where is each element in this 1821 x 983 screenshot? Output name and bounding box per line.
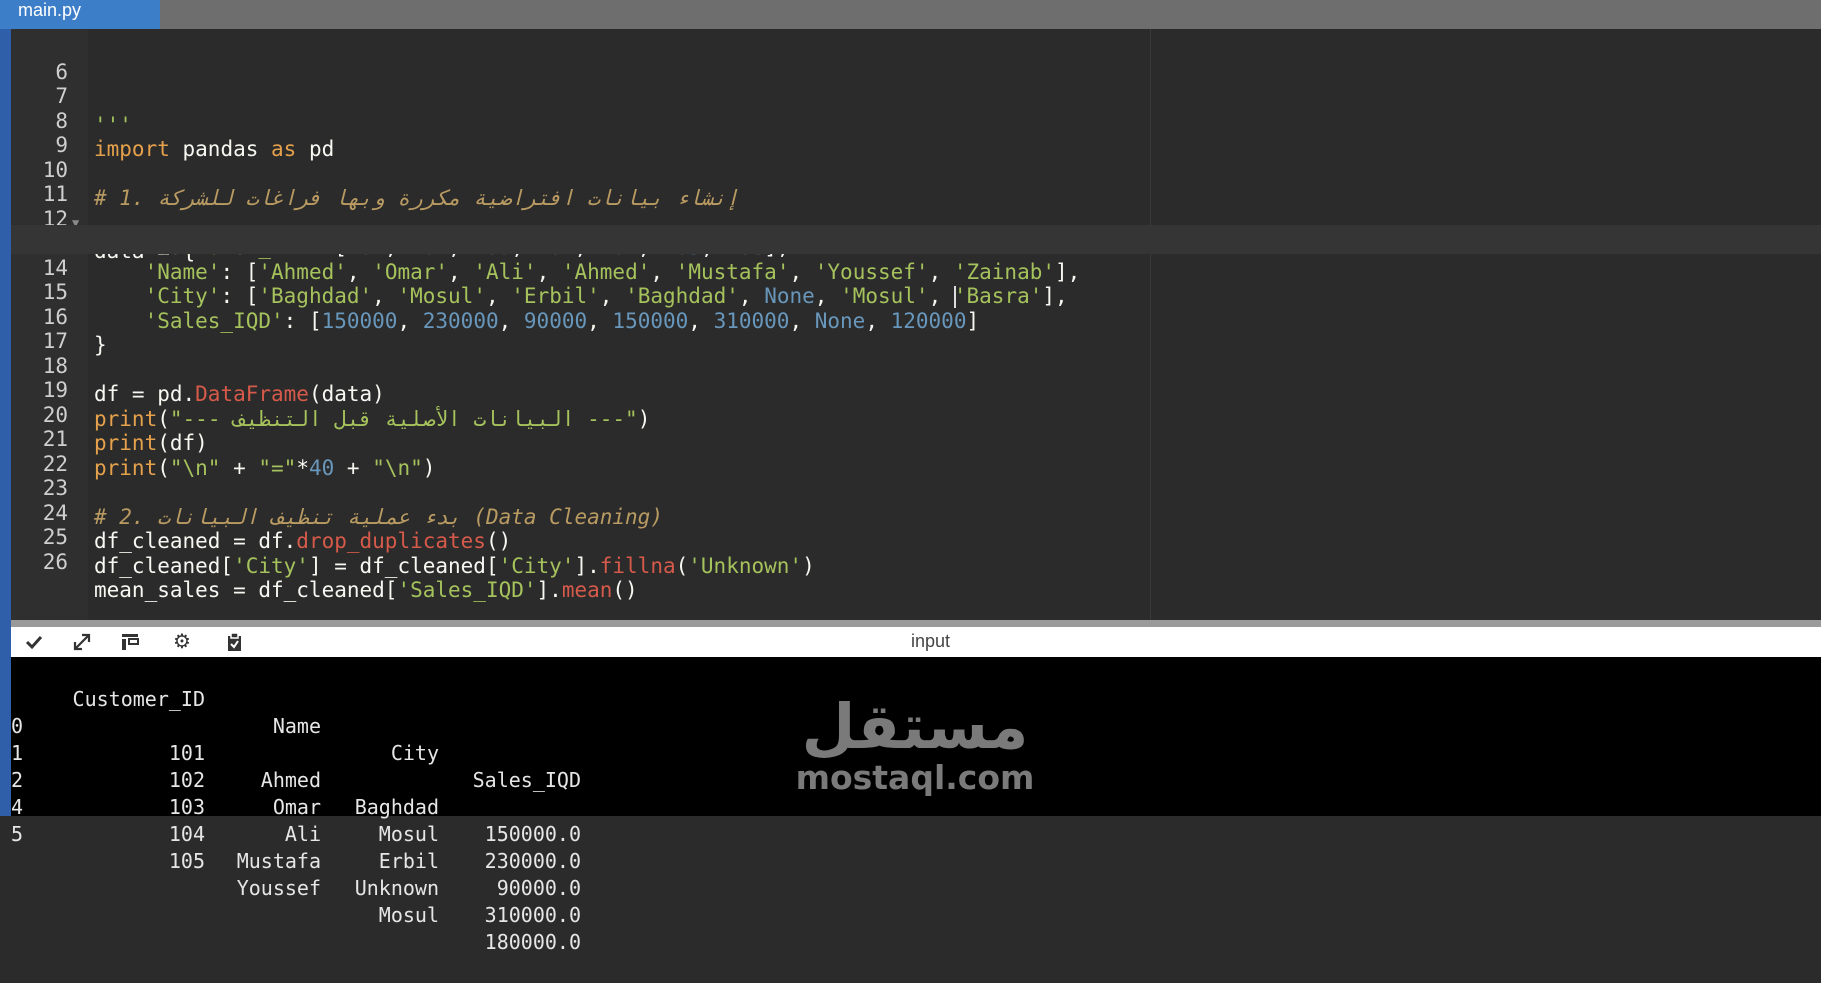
code-editor[interactable]: 6 7 ''' 8 import pandas as pd 9 10 # 1. …	[11, 29, 1821, 620]
code-text: ].	[536, 578, 562, 602]
function-name: mean	[561, 578, 613, 602]
output-header-row: Customer_ID Name City Sales_IQD	[11, 659, 611, 792]
watermark-logo-text: mostaql.com	[795, 758, 1035, 797]
cell-sales: 310000.0	[484, 903, 581, 927]
watermark-logo-arabic: مستقل	[801, 690, 1029, 763]
cell-sales: 90000.0	[496, 876, 581, 900]
output-row: 4 104 Mustafa Unknown 310000.0	[11, 767, 611, 927]
output-row: 2 103 Ali Erbil 90000.0	[11, 740, 611, 900]
code-text: ] = df_cleaned[	[308, 553, 499, 578]
code-text: ()	[612, 578, 638, 602]
function-name: fillna	[599, 553, 676, 578]
gear-icon[interactable]: ⚙	[171, 631, 193, 653]
cell-name: Mustafa	[236, 849, 321, 873]
string-literal: 'City'	[233, 553, 309, 578]
code-text: )	[802, 553, 815, 578]
cell-city: Unknown	[354, 876, 439, 900]
code-text: ].	[574, 553, 600, 578]
row-index: 5	[11, 822, 24, 846]
string-literal: 'City'	[498, 553, 575, 578]
string-literal: 'Sales_IQD'	[397, 578, 537, 602]
cell-sales: 150000.0	[484, 822, 581, 846]
tab-main-py[interactable]: main.py	[0, 0, 160, 29]
output-row: 5 105 Youssef Mosul 180000.0	[11, 794, 611, 954]
console-title: input	[911, 631, 951, 651]
cell-sales: 180000.0	[484, 930, 581, 954]
code-text: (	[675, 553, 689, 578]
code-text: mean_sales = df_cleaned[	[94, 578, 398, 602]
code-text: df_cleaned[	[94, 553, 234, 578]
output-row: 1 102 Omar Mosul 230000.0	[11, 713, 611, 873]
cell-city: Mosul	[378, 903, 439, 927]
check-icon[interactable]	[23, 631, 45, 653]
string-literal: 'Unknown'	[688, 553, 803, 578]
left-edge-bar	[0, 29, 11, 816]
cell-city: Erbil	[378, 849, 439, 873]
cell-city: Mosul	[378, 822, 439, 846]
tab-bar: main.py	[0, 0, 1821, 29]
layout-icon[interactable]	[119, 631, 141, 653]
clipboard-icon[interactable]	[223, 631, 245, 653]
output-row: 0 101 Ahmed Baghdad 150000.0	[11, 686, 611, 846]
cell-name: Ali	[284, 822, 321, 846]
panel-splitter[interactable]	[11, 620, 1821, 627]
cell-customer-id: 105	[168, 849, 205, 873]
console-toolbar: ⚙ input	[11, 627, 1821, 657]
expand-icon[interactable]	[71, 631, 93, 653]
cell-customer-id: 104	[168, 822, 205, 846]
code-line: 26 mean_sales = df_cleaned['Sales_IQD'].…	[11, 519, 1821, 603]
cell-sales: 230000.0	[484, 849, 581, 873]
line-number: 26	[42, 549, 68, 574]
cell-name: Youssef	[236, 876, 321, 900]
